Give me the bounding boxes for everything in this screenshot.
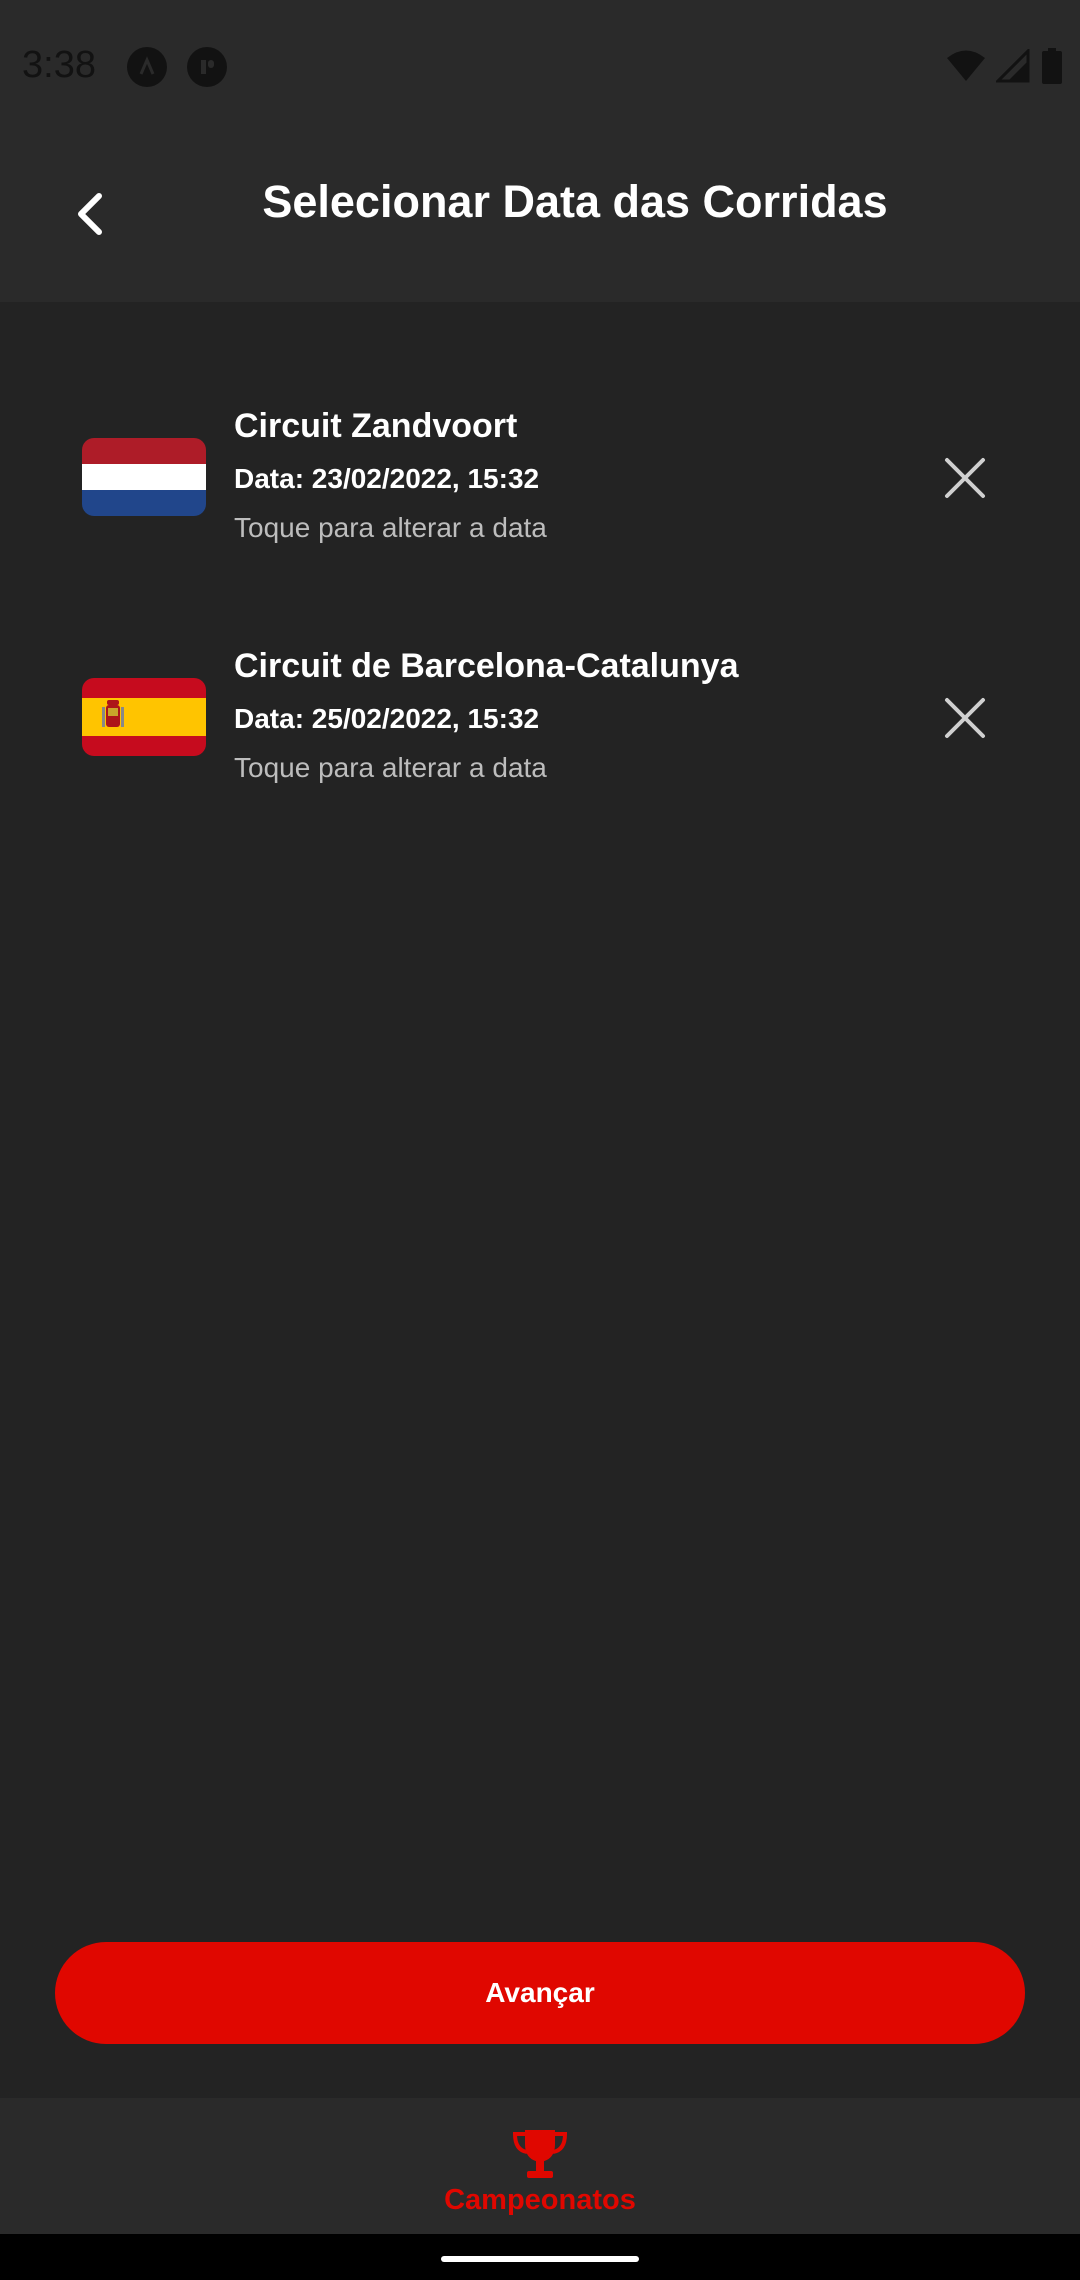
nav-item-label: Campeonatos xyxy=(444,2184,636,2216)
race-item[interactable]: Circuit de Barcelona-Catalunya Data: 25/… xyxy=(0,620,1080,860)
netherlands-flag-icon xyxy=(82,438,206,516)
bottom-nav: Campeonatos xyxy=(0,2098,1080,2234)
remove-race-button[interactable] xyxy=(935,448,995,508)
page-title: Selecionar Data das Corridas xyxy=(262,176,888,227)
cellular-signal-icon xyxy=(996,49,1030,83)
close-icon xyxy=(945,458,985,498)
status-bar: 3:38 xyxy=(0,0,1080,130)
remove-race-button[interactable] xyxy=(935,688,995,748)
race-hint: Toque para alterar a data xyxy=(234,512,547,543)
race-details: Circuit Zandvoort Data: 23/02/2022, 15:3… xyxy=(234,402,547,548)
status-time: 3:38 xyxy=(22,44,96,86)
spain-flag-icon xyxy=(82,678,206,756)
race-date: Data: 23/02/2022, 15:32 xyxy=(234,463,540,494)
race-name: Circuit de Barcelona-Catalunya xyxy=(234,647,739,685)
race-list: Circuit Zandvoort Data: 23/02/2022, 15:3… xyxy=(0,380,1080,860)
close-icon xyxy=(945,698,985,738)
screen: 3:38 Selecionar Data das Corridas Circui… xyxy=(0,0,1080,2280)
race-date: Data: 25/02/2022, 15:32 xyxy=(234,703,540,734)
status-icons xyxy=(946,48,1064,84)
race-name: Circuit Zandvoort xyxy=(234,407,518,445)
gesture-handle[interactable] xyxy=(441,2256,639,2262)
trophy-icon xyxy=(512,2130,568,2178)
race-details: Circuit de Barcelona-Catalunya Data: 25/… xyxy=(234,642,738,788)
wifi-icon xyxy=(947,50,985,81)
notification-app-icon-2 xyxy=(187,47,227,87)
race-item[interactable]: Circuit Zandvoort Data: 23/02/2022, 15:3… xyxy=(0,380,1080,620)
race-hint: Toque para alterar a data xyxy=(234,752,547,783)
notification-app-icon xyxy=(127,47,167,87)
system-navigation-area xyxy=(0,2234,1080,2280)
app-header: Selecionar Data das Corridas xyxy=(0,130,1080,302)
nav-item-campeonatos[interactable]: Campeonatos xyxy=(0,2126,1080,2217)
battery-icon xyxy=(1042,48,1062,84)
advance-button[interactable]: Avançar xyxy=(55,1942,1025,2044)
